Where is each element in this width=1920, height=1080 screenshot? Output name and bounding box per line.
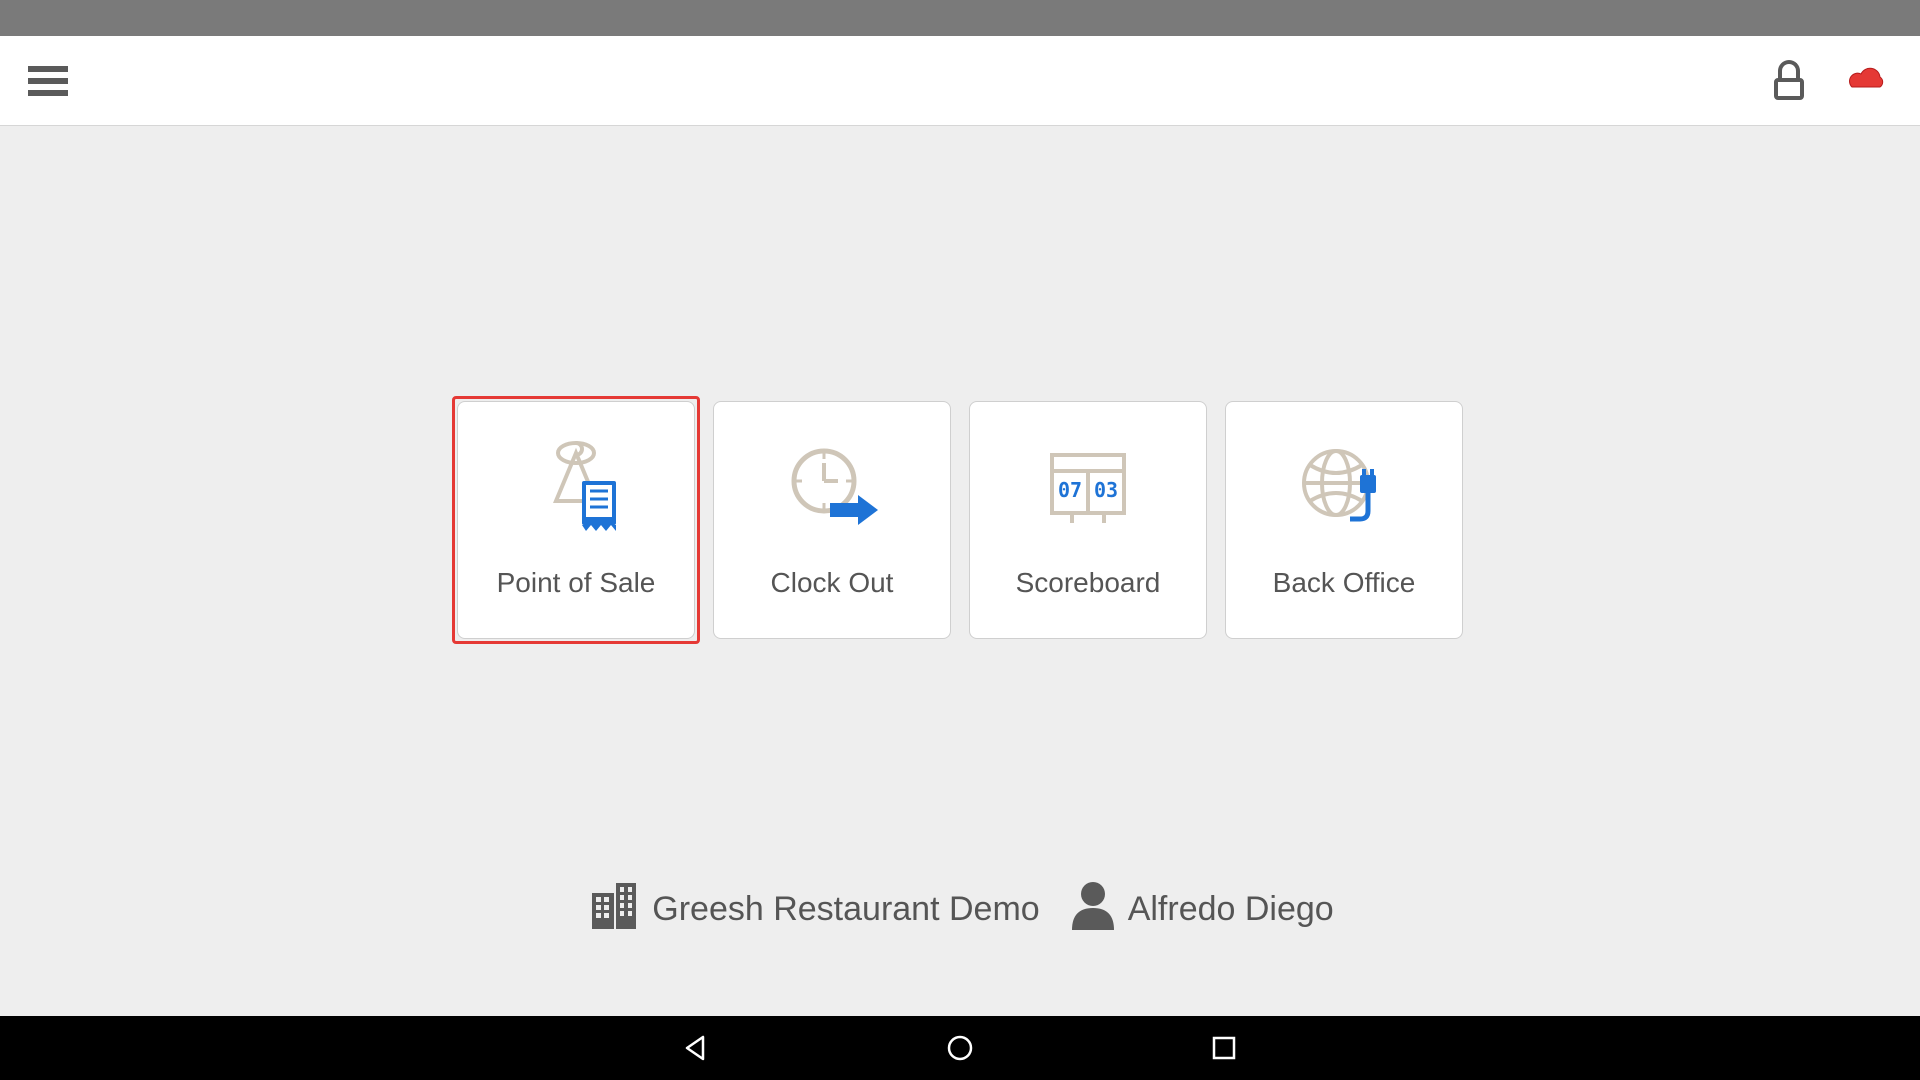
footer-info: Greesh Restaurant Demo Alfredo Diego [0, 877, 1920, 942]
cloud-icon[interactable] [1844, 67, 1890, 95]
scoreboard-left-digit: 07 [1058, 478, 1082, 502]
tile-label: Scoreboard [1016, 567, 1161, 599]
android-status-bar [0, 0, 1920, 36]
user-icon [1068, 878, 1118, 941]
android-nav-bar [0, 1016, 1920, 1080]
clock-out-icon [782, 441, 882, 533]
building-icon [586, 877, 642, 942]
tile-back-office[interactable]: Back Office [1225, 401, 1463, 639]
nav-back-button[interactable] [679, 1031, 713, 1065]
user-name: Alfredo Diego [1128, 890, 1334, 929]
business-block: Greesh Restaurant Demo [586, 877, 1039, 942]
main-content: Point of Sale [0, 126, 1920, 1016]
scoreboard-right-digit: 03 [1094, 478, 1118, 502]
tile-grid: Point of Sale [457, 401, 1463, 639]
tile-point-of-sale[interactable]: Point of Sale [457, 401, 695, 639]
back-office-icon [1294, 441, 1394, 533]
tile-scoreboard[interactable]: 07 03 Scoreboard [969, 401, 1207, 639]
pos-icon [526, 441, 626, 533]
hamburger-icon[interactable] [28, 66, 68, 96]
nav-home-button[interactable] [943, 1031, 977, 1065]
lock-icon[interactable] [1774, 62, 1804, 100]
scoreboard-icon: 07 03 [1038, 441, 1138, 533]
app-header [0, 36, 1920, 126]
user-block: Alfredo Diego [1068, 878, 1334, 941]
tile-clock-out[interactable]: Clock Out [713, 401, 951, 639]
nav-recent-button[interactable] [1207, 1031, 1241, 1065]
tile-label: Back Office [1273, 567, 1416, 599]
business-name: Greesh Restaurant Demo [652, 890, 1039, 929]
tile-label: Point of Sale [497, 567, 656, 599]
tile-label: Clock Out [771, 567, 894, 599]
